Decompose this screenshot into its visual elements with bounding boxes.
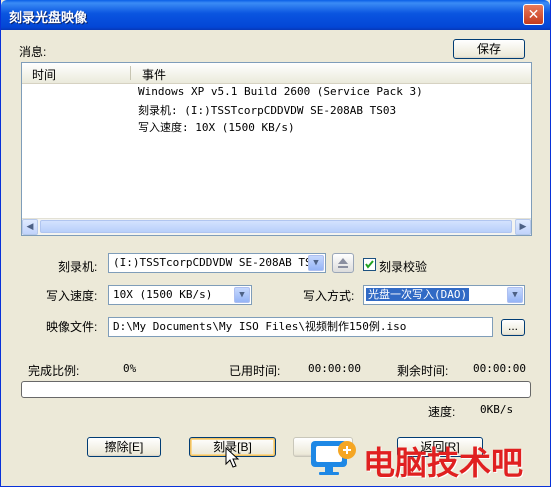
verify-checkbox[interactable] [363,258,376,271]
burner-value: (I:)TSSTcorpCDDVDW SE-208AB TS03 [113,256,325,269]
burner-select[interactable]: (I:)TSSTcorpCDDVDW SE-208AB TS03 ▼ [108,253,326,273]
monitor-logo-icon [311,441,356,475]
remaining-label: 剩余时间: [397,364,449,378]
chevron-down-icon[interactable]: ▼ [308,255,324,271]
list-item[interactable]: 写入速度: 10X (1500 KB/s) [138,119,295,135]
scroll-right-icon[interactable]: ▶ [515,219,531,235]
method-label: 写入方式: [303,289,355,303]
scroll-thumb[interactable] [40,220,512,233]
method-value: 光盘一次写入(DAO) [366,288,470,301]
speed-value: 10X (1500 KB/s) [113,288,213,301]
close-icon: ✕ [527,6,540,22]
column-event[interactable]: 事件 [142,66,166,83]
speed-status-label: 速度: [428,405,456,419]
complete-label: 完成比例: [28,364,80,378]
message-list[interactable]: 时间 事件 Windows XP v5.1 Build 2600 (Servic… [21,62,532,236]
browse-button[interactable]: ... [501,319,525,336]
elapsed-label: 已用时间: [229,364,281,378]
eject-icon [338,258,348,268]
speed-label: 写入速度: [46,289,98,303]
horizontal-scrollbar[interactable]: ◀ ▶ [22,218,531,235]
checkmark-icon [365,260,374,269]
chevron-down-icon[interactable]: ▼ [234,287,250,303]
verify-label[interactable]: 刻录校验 [379,258,427,275]
watermark: 电脑技术吧 [309,436,549,482]
progress-bar [21,381,531,398]
column-separator[interactable] [130,66,131,80]
burn-image-dialog: 刻录光盘映像 ✕ 消息: 保存 时间 事件 Windows XP v5.1 Bu… [0,0,551,487]
erase-button[interactable]: 擦除[E] [87,437,161,457]
remaining-value: 00:00:00 [473,362,526,375]
burner-label: 刻录机: [58,260,98,274]
list-item[interactable]: 刻录机: (I:)TSSTcorpCDDVDW SE-208AB TS03 [138,102,396,118]
elapsed-value: 00:00:00 [308,362,361,375]
close-button[interactable]: ✕ [523,4,544,25]
list-item[interactable]: Windows XP v5.1 Build 2600 (Service Pack… [138,85,423,98]
image-file-label: 映像文件: [46,320,98,334]
eject-button[interactable] [332,253,354,273]
scroll-left-icon[interactable]: ◀ [22,219,38,235]
speed-status-value: 0KB/s [480,403,514,416]
mouse-cursor-icon [225,447,240,468]
save-button[interactable]: 保存 [453,39,525,59]
speed-select[interactable]: 10X (1500 KB/s) ▼ [108,285,252,305]
title-bar[interactable]: 刻录光盘映像 ✕ [1,0,550,30]
image-file-path: D:\My Documents\My ISO Files\视频制作150例.is… [113,320,407,333]
watermark-text: 电脑技术吧 [363,444,524,482]
column-time[interactable]: 时间 [32,66,56,83]
window-title: 刻录光盘映像 [9,10,88,25]
messages-label: 消息: [19,45,47,59]
complete-value: 0% [123,362,137,375]
chevron-down-icon[interactable]: ▼ [507,287,523,303]
image-file-input[interactable]: D:\My Documents\My ISO Files\视频制作150例.is… [108,317,493,337]
method-select[interactable]: 光盘一次写入(DAO) ▼ [363,285,525,305]
list-header: 时间 事件 [22,63,531,84]
